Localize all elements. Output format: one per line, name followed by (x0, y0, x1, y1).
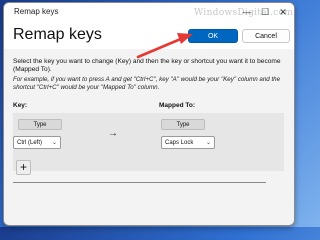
annotation-arrow-icon (136, 33, 193, 59)
